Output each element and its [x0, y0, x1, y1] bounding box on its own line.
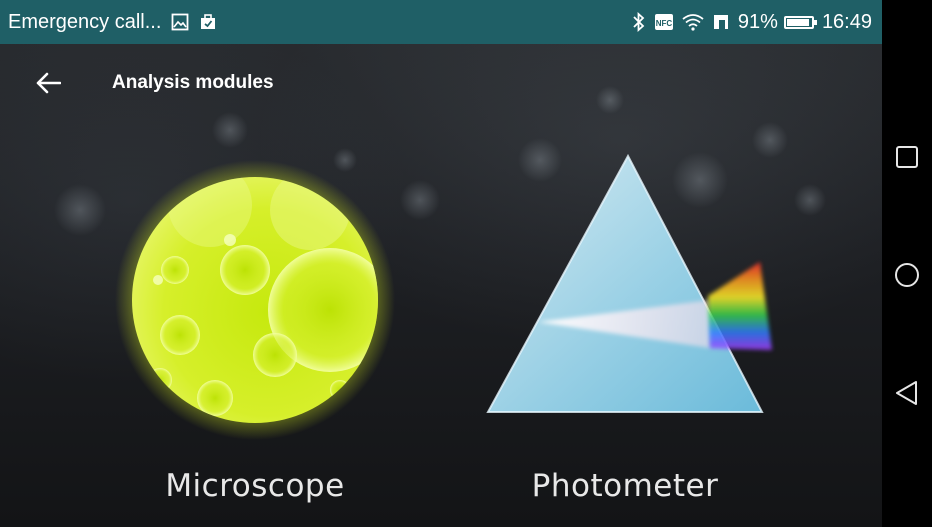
- wifi-icon: [682, 13, 704, 31]
- svg-text:NFC: NFC: [656, 19, 673, 28]
- battery-icon: [783, 15, 817, 29]
- bluetooth-icon: [632, 12, 646, 32]
- back-triangle-icon: [896, 381, 917, 405]
- carrier-text: Emergency call...: [8, 10, 162, 33]
- status-left: Emergency call...: [8, 0, 217, 44]
- page-title: Analysis modules: [112, 72, 274, 93]
- clock: 16:49: [821, 10, 872, 33]
- arrow-left-icon: [36, 72, 61, 94]
- prism-icon: [486, 153, 772, 413]
- status-bar: Emergency call... NFC 91% 16:49: [0, 0, 882, 44]
- recent-apps-button[interactable]: [892, 142, 922, 172]
- battery-indicator: 91%: [737, 10, 817, 34]
- app-bar: Analysis modules: [0, 44, 882, 124]
- nfc-icon: NFC: [654, 13, 674, 31]
- microscope-sphere-icon: [115, 160, 395, 440]
- battery-percent: 91%: [737, 10, 778, 33]
- photometer-label: Photometer: [531, 468, 719, 504]
- microscope-module[interactable]: Microscope: [100, 150, 410, 520]
- vibrate-icon: [712, 13, 730, 31]
- image-icon: [171, 13, 189, 31]
- battery-fill: [786, 18, 809, 26]
- home-button[interactable]: [892, 260, 922, 290]
- microscope-label: Microscope: [165, 468, 345, 504]
- app-screen: Emergency call... NFC 91% 16:49 Analysis…: [0, 0, 882, 527]
- recent-apps-icon: [896, 146, 918, 168]
- navigation-bar: [882, 0, 932, 527]
- photometer-module[interactable]: Photometer: [460, 150, 790, 520]
- briefcase-icon: [199, 13, 217, 31]
- status-right: NFC 91% 16:49: [632, 0, 872, 44]
- back-button[interactable]: [28, 66, 68, 100]
- nav-back-button[interactable]: [892, 378, 922, 408]
- home-icon: [895, 263, 919, 287]
